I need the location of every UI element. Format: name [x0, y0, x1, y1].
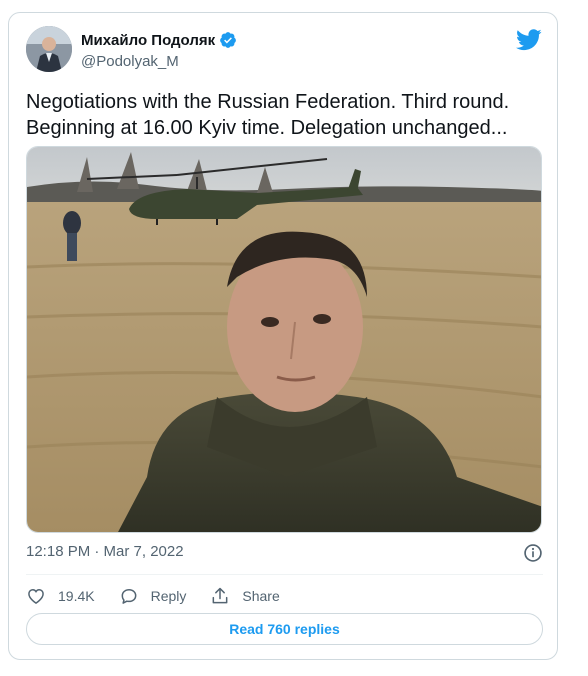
author-name-row[interactable]: Михайло Подоляк: [81, 31, 237, 49]
verified-badge-icon: [220, 32, 237, 48]
divider: [26, 574, 543, 575]
share-label: Share: [242, 588, 280, 604]
share-icon: [212, 587, 228, 604]
heart-icon: [28, 588, 44, 604]
tweet-card: Михайло Подоляк @Podolyak_M Negotiations…: [8, 12, 558, 660]
tweet-timestamp[interactable]: 12:18 PM · Mar 7, 2022: [26, 543, 184, 560]
reply-bubble-icon: [121, 589, 137, 604]
author-handle[interactable]: @Podolyak_M: [81, 53, 179, 70]
tweet-meta: 12:18 PM · Mar 7, 2022: [26, 543, 543, 565]
author-name[interactable]: Михайло Подоляк: [81, 32, 215, 49]
like-button[interactable]: 19.4K: [26, 586, 95, 606]
info-icon[interactable]: [523, 543, 543, 563]
like-count: 19.4K: [58, 588, 95, 604]
reply-label: Reply: [150, 588, 187, 604]
avatar[interactable]: [26, 26, 72, 72]
tweet-text: Negotiations with the Russian Federation…: [26, 91, 510, 139]
read-replies-button[interactable]: Read 760 replies: [26, 613, 543, 645]
twitter-bird-icon[interactable]: [516, 29, 542, 51]
reply-button[interactable]: Reply: [119, 586, 187, 606]
tweet-photo[interactable]: [26, 146, 542, 533]
action-bar: 19.4K Reply Share: [26, 581, 304, 611]
share-button[interactable]: Share: [210, 586, 280, 606]
